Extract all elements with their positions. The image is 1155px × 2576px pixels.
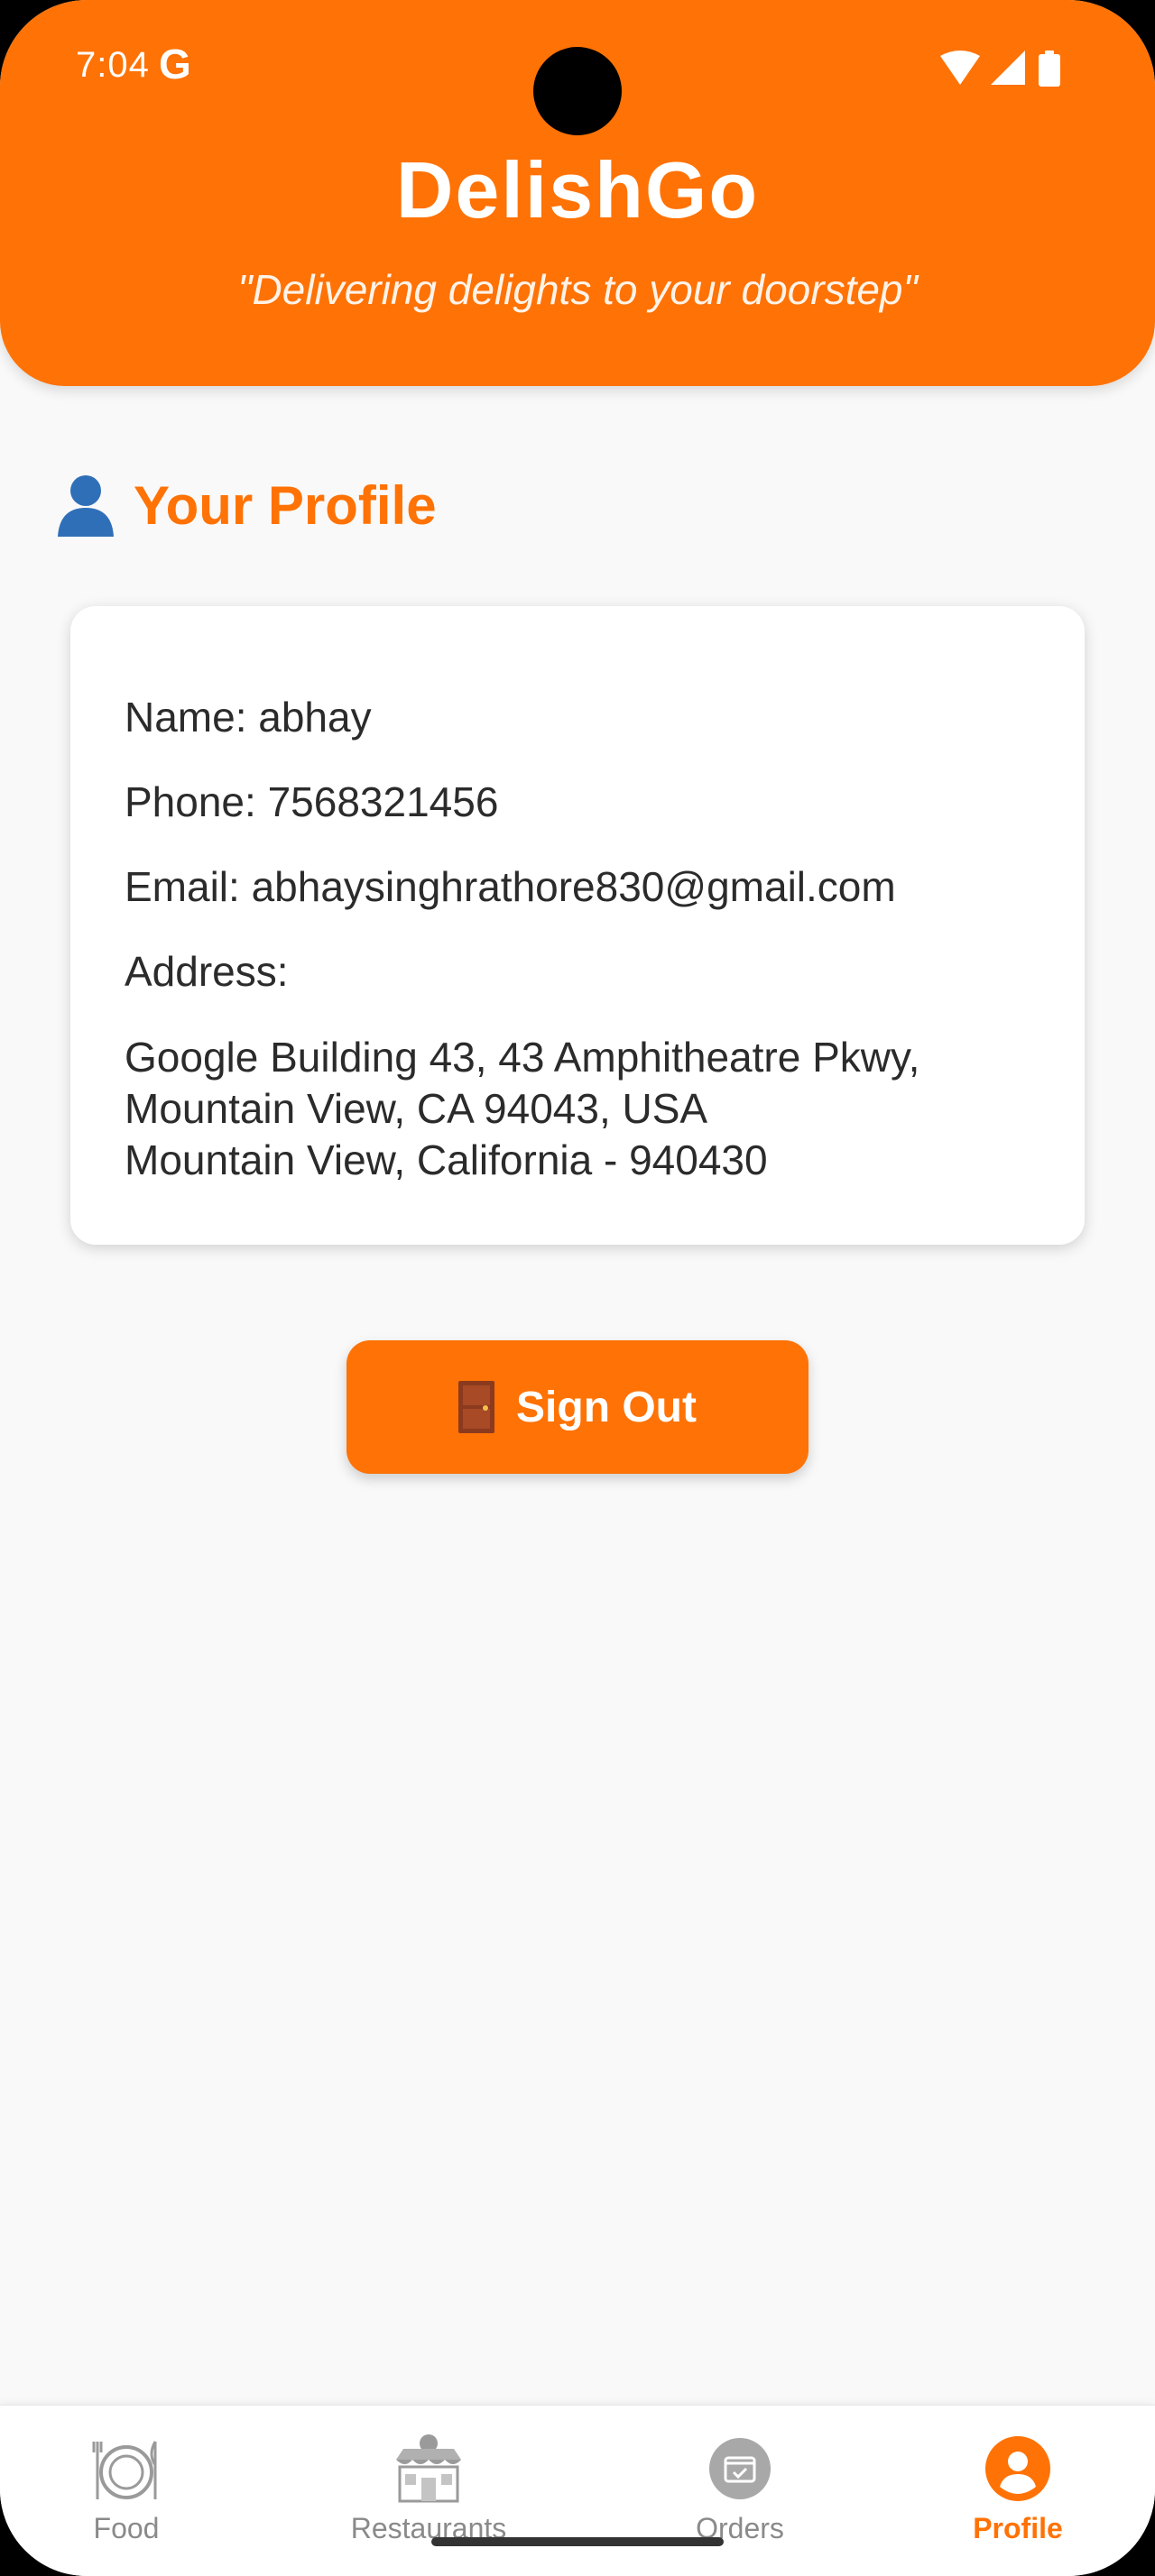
profile-phone: Phone: 7568321456 [125, 778, 499, 825]
wifi-icon [940, 51, 980, 85]
person-icon [58, 475, 114, 537]
nav-label-food: Food [93, 2512, 160, 2544]
bottom-navigation: Food Restaurants Orders Profile [0, 2405, 1155, 2576]
storefront-icon [396, 2434, 461, 2503]
profile-section-title: Your Profile [56, 469, 437, 541]
google-g-icon: G [159, 41, 191, 87]
home-indicator[interactable] [431, 2537, 724, 2546]
battery-icon [1039, 51, 1060, 87]
nav-item-profile[interactable]: Profile [946, 2406, 1090, 2576]
sign-out-label: Sign Out [516, 1383, 697, 1431]
profile-icon [985, 2436, 1050, 2501]
section-title-text: Your Profile [134, 474, 437, 536]
profile-card: Name: abhay Phone: 7568321456 Email: abh… [70, 606, 1085, 1245]
signal-icon [991, 51, 1025, 85]
door-icon [458, 1381, 495, 1433]
nav-item-food[interactable]: Food [54, 2406, 199, 2576]
app-tagline: "Delivering delights to your doorstep" [237, 266, 918, 313]
app-title: DelishGo [395, 145, 760, 235]
profile-name: Name: abhay [125, 694, 372, 741]
status-time: 7:04 [76, 45, 150, 85]
app-header: 7:04 G DelishGo "Delivering delights to … [0, 0, 1155, 386]
profile-address-label: Address: [125, 948, 289, 995]
address-line: Mountain View, California - 940430 [125, 1136, 768, 1183]
sign-out-button[interactable]: Sign Out [346, 1340, 808, 1474]
address-line: Mountain View, CA 94043, USA [125, 1085, 708, 1132]
status-icons [940, 51, 1060, 87]
nav-item-restaurants[interactable]: Restaurants [325, 2406, 532, 2576]
camera-cutout [533, 47, 622, 135]
food-plate-icon [92, 2441, 157, 2499]
nav-item-orders[interactable]: Orders [668, 2406, 812, 2576]
nav-label-profile: Profile [973, 2512, 1063, 2544]
profile-email: Email: abhaysinghrathore830@gmail.com [125, 863, 896, 910]
orders-box-icon [709, 2438, 771, 2499]
profile-address: Google Building 43, 43 Amphitheatre Pkwy… [125, 1032, 919, 1186]
address-line: Google Building 43, 43 Amphitheatre Pkwy… [125, 1034, 920, 1081]
app-screen: 7:04 G DelishGo "Delivering delights to … [0, 0, 1155, 2576]
